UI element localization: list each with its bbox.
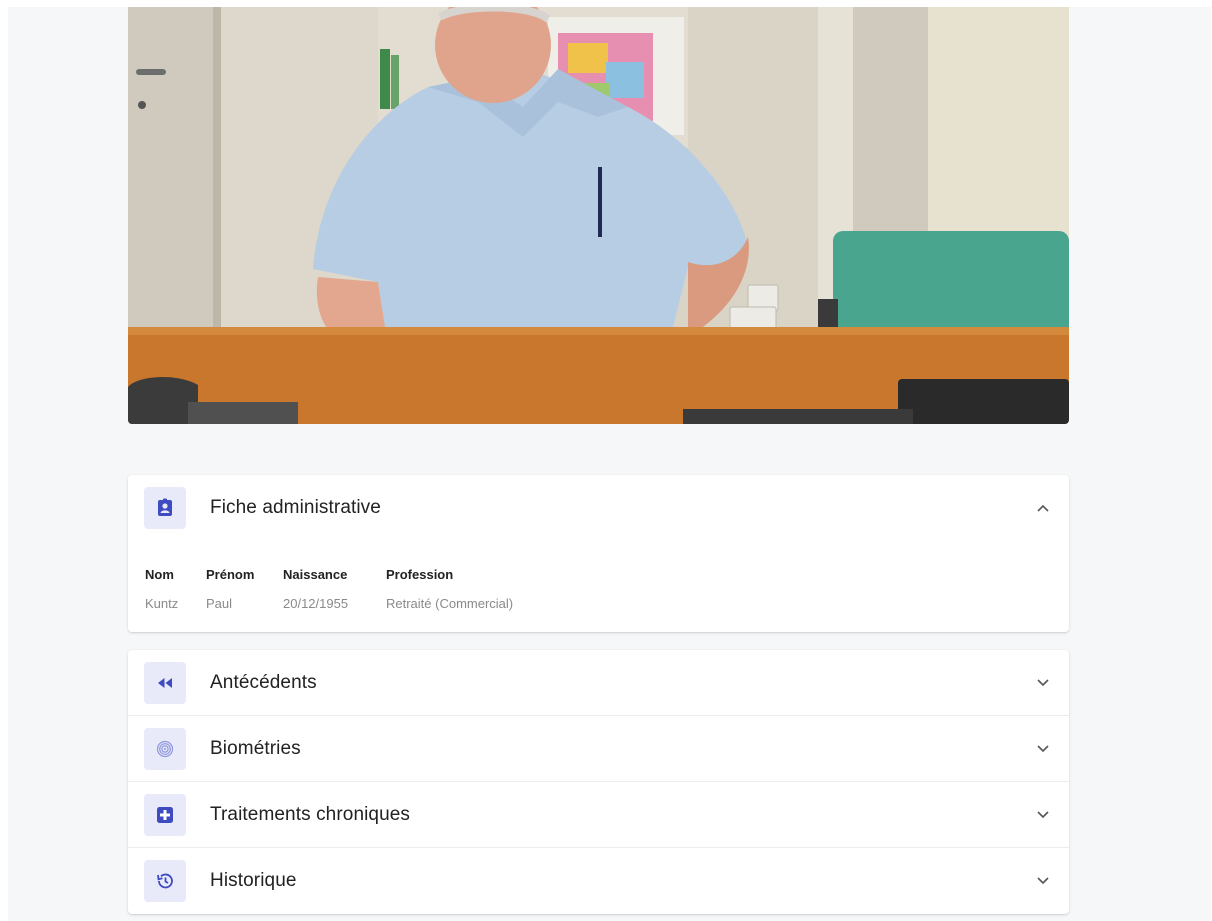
chevron-down-icon[interactable] xyxy=(1035,675,1051,691)
section-title: Biométries xyxy=(210,737,301,759)
section-title: Traitements chroniques xyxy=(210,803,411,825)
chevron-down-icon[interactable] xyxy=(1035,873,1051,889)
rewind-icon xyxy=(144,661,186,704)
chevron-down-icon[interactable] xyxy=(1035,807,1051,823)
field-label: Naissance xyxy=(283,567,348,582)
contact-badge-icon xyxy=(144,486,186,529)
field-nom: Nom Kuntz xyxy=(145,567,178,611)
section-biometries[interactable]: Biométries xyxy=(128,716,1069,782)
admin-card: Fiche administrative Nom Kuntz Prénom Pa… xyxy=(128,475,1069,632)
field-value: 20/12/1955 xyxy=(283,596,349,611)
chevron-down-icon[interactable] xyxy=(1035,741,1051,757)
field-value: Paul xyxy=(206,596,233,611)
section-antecedents[interactable]: Antécédents xyxy=(128,650,1069,716)
sections-panel: Antécédents Biométries Traitements chron… xyxy=(128,650,1069,914)
field-value: Retraité (Commercial) xyxy=(386,596,514,611)
chevron-up-icon[interactable] xyxy=(1035,500,1051,516)
page-background: Fiche administrative Nom Kuntz Prénom Pa… xyxy=(8,7,1211,921)
section-traitements[interactable]: Traitements chroniques xyxy=(128,782,1069,848)
fingerprint-icon xyxy=(144,727,186,770)
field-label: Profession xyxy=(386,567,454,582)
field-naissance: Naissance 20/12/1955 xyxy=(283,567,348,611)
admin-card-header[interactable]: Fiche administrative xyxy=(128,475,1069,540)
patient-photo xyxy=(128,7,1069,424)
section-title: Antécédents xyxy=(210,671,317,693)
field-profession: Profession Retraité (Commercial) xyxy=(386,567,513,611)
field-prenom: Prénom Paul xyxy=(206,567,254,611)
section-title: Historique xyxy=(210,869,297,891)
field-label: Nom xyxy=(145,567,174,582)
history-icon xyxy=(144,859,186,902)
field-label: Prénom xyxy=(206,567,255,582)
medical-plus-icon xyxy=(144,793,186,836)
admin-card-title: Fiche administrative xyxy=(210,496,381,518)
field-value: Kuntz xyxy=(145,596,179,611)
section-historique[interactable]: Historique xyxy=(128,848,1069,913)
